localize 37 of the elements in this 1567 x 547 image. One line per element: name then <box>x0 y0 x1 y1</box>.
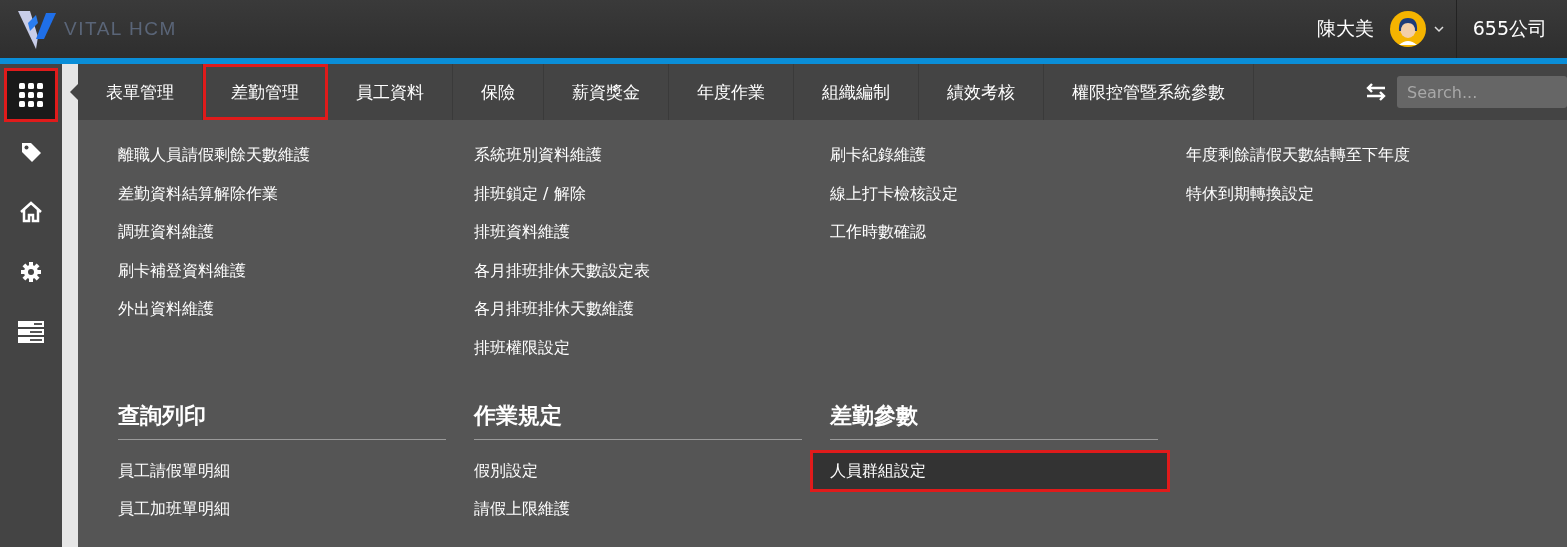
menu-link[interactable]: 特休到期轉換設定 <box>1168 174 1524 214</box>
apps-button[interactable] <box>4 68 58 122</box>
menu-link[interactable]: 請假上限維護 <box>456 490 812 529</box>
tab[interactable]: 差勤管理 <box>203 64 328 120</box>
tag-icon <box>20 141 42 163</box>
menu-link[interactable]: 系統班別資料維護 <box>456 136 812 175</box>
swap-icon[interactable] <box>1365 83 1387 101</box>
search-field[interactable]: Search... <box>1397 76 1567 108</box>
section-heading: 查詢列印 <box>118 400 446 440</box>
menu-link[interactable]: 各月排班排休天數維護 <box>456 290 812 329</box>
apps-icon <box>19 83 43 107</box>
section-heading: 作業規定 <box>474 400 802 440</box>
menu-link[interactable]: 刷卡補登資料維護 <box>100 251 456 291</box>
menu-link[interactable]: 各月排班排休天數設定表 <box>456 251 812 291</box>
menu-link[interactable]: 員工加班單明細 <box>100 490 456 529</box>
avatar-icon[interactable] <box>1389 11 1426 47</box>
menu-link[interactable]: 線上打卡檢核設定 <box>812 174 1168 214</box>
menu-link[interactable]: 年度剩餘請假天數結轉至下年度 <box>1168 136 1524 175</box>
menu-link[interactable]: 員工請假單明細 <box>100 451 456 491</box>
menu-link[interactable]: 排班資料維護 <box>456 213 812 252</box>
logo-text: VITAL HCM <box>64 18 177 40</box>
home-icon <box>19 200 43 224</box>
menu-link[interactable]: 人員群組設定 <box>812 451 1168 491</box>
section-heading: 差勤參數 <box>830 400 1158 440</box>
menu-link[interactable]: 工作時數確認 <box>812 213 1168 252</box>
menu-link[interactable]: 排班權限設定 <box>456 328 812 368</box>
menu-link[interactable]: 離職人員請假剩餘天數維護 <box>100 136 456 175</box>
server-icon <box>18 321 44 343</box>
menu-link[interactable]: 差勤資料結算解除作業 <box>100 174 456 214</box>
caret-icon[interactable] <box>1433 25 1444 33</box>
menu-link[interactable]: 外出資料維護 <box>100 290 456 329</box>
menu-link[interactable]: 假別設定 <box>456 451 812 491</box>
menu-link[interactable]: 刷卡紀錄維護 <box>812 136 1168 175</box>
menu-link[interactable]: 調班資料維護 <box>100 213 456 252</box>
user-name[interactable]: 陳大美 <box>1316 16 1374 42</box>
company-name[interactable]: 655公司 <box>1455 0 1567 58</box>
menu-link[interactable]: 排班鎖定 / 解除 <box>456 174 812 214</box>
